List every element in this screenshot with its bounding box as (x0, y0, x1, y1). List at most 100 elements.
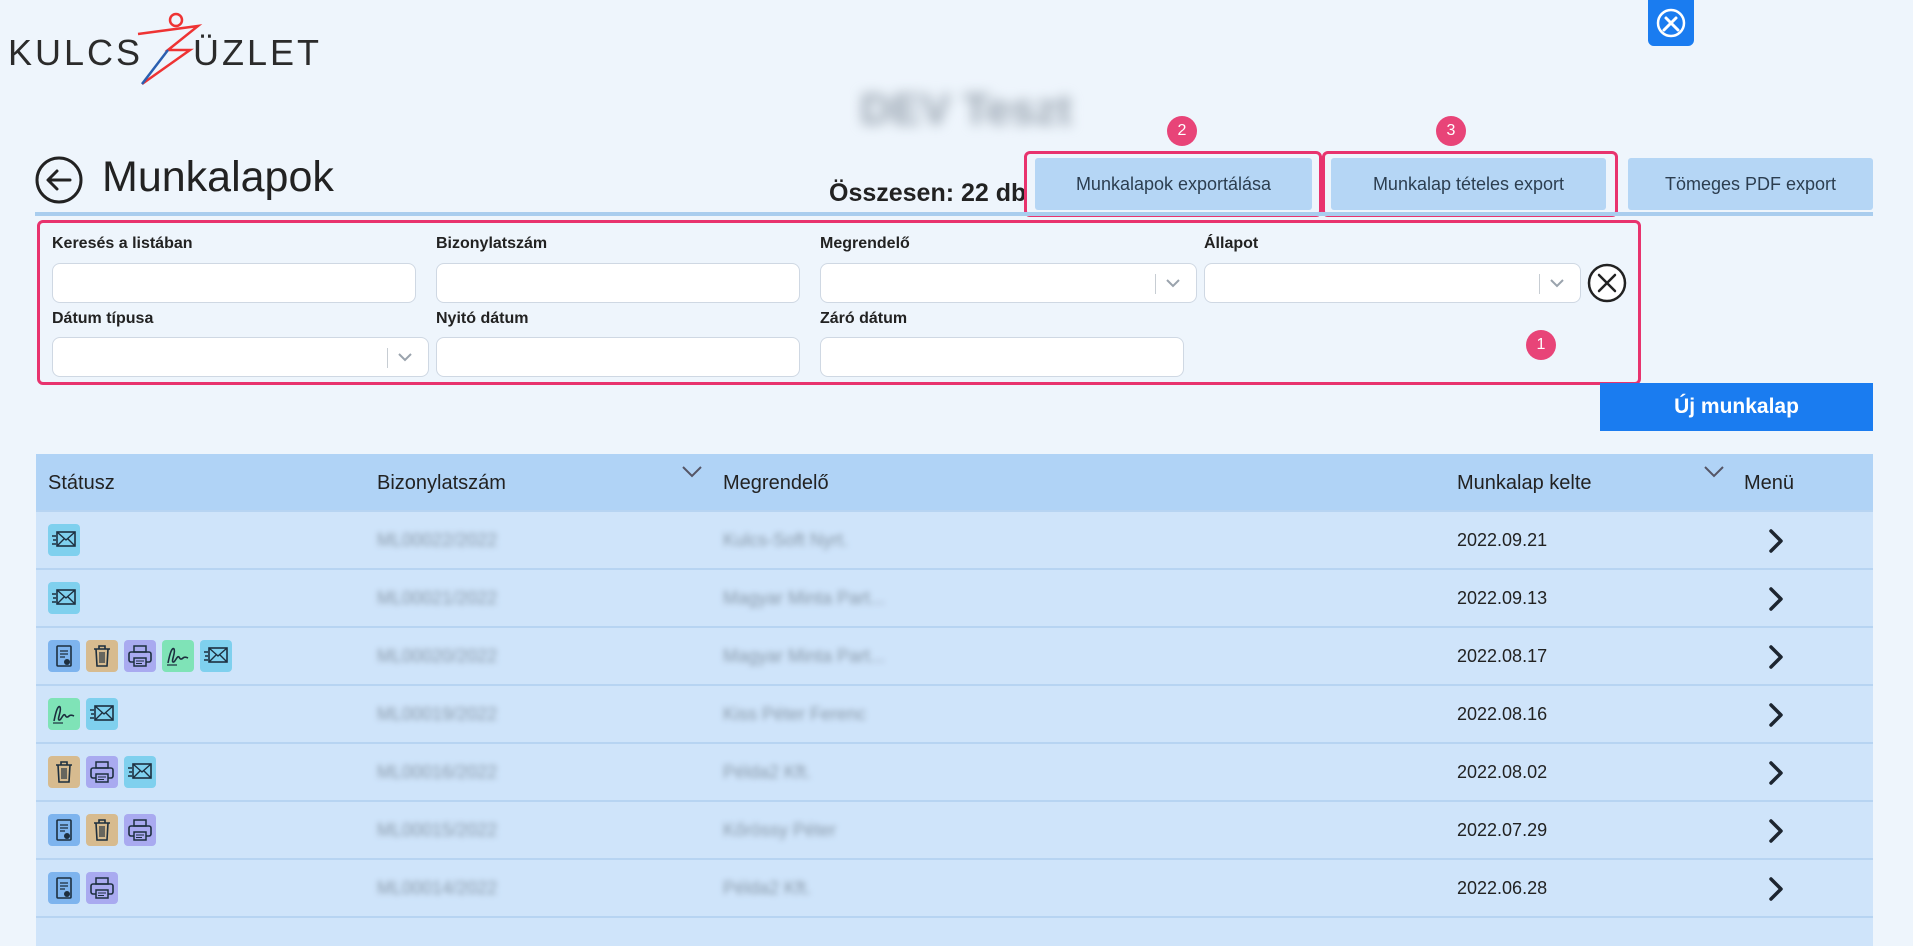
chevron-right-icon[interactable] (1764, 760, 1788, 786)
date-cell: 2022.08.17 (1457, 646, 1548, 666)
col-doc-no[interactable]: Bizonylatszám (377, 472, 506, 495)
chevron-right-icon[interactable] (1764, 586, 1788, 612)
printer-icon (86, 756, 118, 788)
sort-chevron-icon[interactable] (680, 462, 704, 482)
customer-cell: Példa2 Kft. (723, 762, 812, 782)
doc-no-cell: ML00021/2022 (377, 588, 498, 608)
doc-no-cell: ML00020/2022 (377, 646, 498, 666)
table-row[interactable]: ML00021/2022 Magyar Minta Part... 2022.09.… (36, 568, 1873, 626)
date-cell: 2022.08.16 (1457, 704, 1548, 724)
chevron-down-icon (1166, 279, 1180, 288)
printer-icon (86, 872, 118, 904)
tools-button[interactable] (1648, 0, 1694, 46)
table-row[interactable]: ML00014/2022 Példa2 Kft. 2022.06.28 (36, 858, 1873, 916)
chevron-down-icon (398, 353, 412, 362)
status-icons (48, 524, 80, 556)
date-cell: 2022.09.13 (1457, 588, 1548, 608)
date-type-select[interactable] (52, 337, 429, 377)
table-row[interactable]: ML00015/2022 Kőrössy Péter 2022.07.29 (36, 800, 1873, 858)
signature-icon (162, 640, 194, 672)
header-divider (35, 212, 1873, 216)
table-header: Státusz Bizonylatszám Megrendelő Munkala… (36, 454, 1873, 510)
page-title: Munkalapok (102, 153, 334, 201)
highlight-box-2 (1024, 151, 1322, 217)
printer-icon (124, 814, 156, 846)
back-button[interactable] (34, 155, 84, 205)
customer-cell: Magyar Minta Part... (723, 588, 886, 608)
mail-icon (48, 524, 80, 556)
customer-select[interactable] (820, 263, 1197, 303)
status-icons (48, 756, 156, 788)
mail-icon (48, 582, 80, 614)
mail-icon (86, 698, 118, 730)
tools-icon (1656, 8, 1686, 38)
badge-1: 1 (1526, 330, 1556, 360)
badge-3: 3 (1436, 116, 1466, 146)
customer-cell: Kiss Péter Ferenc (723, 704, 867, 724)
doc-no-cell: ML00016/2022 (377, 762, 498, 782)
chevron-right-icon[interactable] (1764, 876, 1788, 902)
search-label: Keresés a listában (52, 235, 193, 252)
table-row[interactable]: ML00022/2022 Kulcs-Soft Nyrt. 2022.09.21 (36, 510, 1873, 568)
doc-no-input[interactable] (436, 263, 800, 303)
highlight-box-3 (1322, 151, 1618, 217)
chevron-right-icon[interactable] (1764, 702, 1788, 728)
badge-2: 2 (1167, 116, 1197, 146)
new-worksheet-button[interactable]: Új munkalap (1600, 383, 1873, 431)
table-row-partial (36, 916, 1873, 946)
trash-icon (86, 814, 118, 846)
status-icons (48, 698, 118, 730)
customer-cell: Példa2 Kft. (723, 878, 812, 898)
printer-icon (124, 640, 156, 672)
logo-text-left: KULCS (8, 32, 144, 73)
chevron-right-icon[interactable] (1764, 528, 1788, 554)
table-row[interactable]: ML00020/2022 Magyar Minta Part... 2022.08.… (36, 626, 1873, 684)
date-cell: 2022.07.29 (1457, 820, 1548, 840)
col-status[interactable]: Státusz (48, 472, 115, 495)
logo-text-right: ÜZLET (193, 32, 323, 73)
bulk-pdf-export-button[interactable]: Tömeges PDF export (1628, 158, 1873, 210)
customer-cell: Kőrössy Péter (723, 820, 837, 840)
document-icon (48, 814, 80, 846)
company-name: DEV Teszt (860, 85, 1072, 134)
mail-icon (124, 756, 156, 788)
status-icons (48, 582, 80, 614)
doc-no-cell: ML00015/2022 (377, 820, 498, 840)
document-icon (48, 640, 80, 672)
table-row[interactable]: ML00019/2022 Kiss Péter Ferenc 2022.08.16 (36, 684, 1873, 742)
status-label: Állapot (1204, 235, 1259, 252)
sort-chevron-icon[interactable] (1702, 462, 1726, 482)
trash-icon (86, 640, 118, 672)
date-cell: 2022.06.28 (1457, 878, 1548, 898)
search-input[interactable] (52, 263, 416, 303)
signature-icon (48, 698, 80, 730)
open-date-label: Nyitó dátum (436, 310, 529, 327)
table-row[interactable]: ML00016/2022 Példa2 Kft. 2022.08.02 (36, 742, 1873, 800)
chevron-right-icon[interactable] (1764, 818, 1788, 844)
doc-no-cell: ML00019/2022 (377, 704, 498, 724)
customer-label: Megrendelő (820, 235, 910, 252)
status-icons (48, 640, 232, 672)
status-icons (48, 872, 118, 904)
total-count: Összesen: 22 db (829, 179, 1027, 207)
doc-no-cell: ML00022/2022 (377, 530, 498, 550)
document-icon (48, 872, 80, 904)
clear-filters-button[interactable] (1587, 263, 1627, 303)
date-cell: 2022.09.21 (1457, 530, 1548, 550)
col-customer[interactable]: Megrendelő (723, 472, 829, 495)
date-cell: 2022.08.02 (1457, 762, 1548, 782)
status-icons (48, 814, 156, 846)
date-type-label: Dátum típusa (52, 310, 154, 327)
chevron-right-icon[interactable] (1764, 644, 1788, 670)
trash-icon (48, 756, 80, 788)
col-menu: Menü (1744, 472, 1795, 494)
close-date-input[interactable] (820, 337, 1184, 377)
col-date[interactable]: Munkalap kelte (1457, 472, 1592, 495)
worksheet-table: Státusz Bizonylatszám Megrendelő Munkala… (36, 454, 1873, 946)
close-date-label: Záró dátum (820, 310, 908, 327)
open-date-input[interactable] (436, 337, 800, 377)
customer-cell: Kulcs-Soft Nyrt. (723, 530, 849, 550)
customer-cell: Magyar Minta Part... (723, 646, 886, 666)
status-select[interactable] (1204, 263, 1581, 303)
chevron-down-icon (1550, 279, 1564, 288)
